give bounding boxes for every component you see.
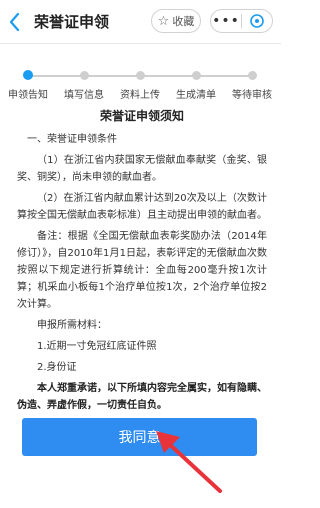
close-circle-icon: [250, 14, 264, 28]
step-await-review: 等待审核: [224, 52, 280, 101]
step-notice: 申领告知: [0, 52, 56, 101]
step-upload: 资料上传: [112, 52, 168, 101]
page-title: 荣誉证申领: [34, 13, 110, 31]
favorite-label: 收藏: [172, 15, 195, 28]
material-photo: 1.近期一寸免冠红底证件照: [37, 341, 157, 352]
back-arrow-icon[interactable]: [6, 10, 24, 34]
section-title: 一、荣誉证申领条件: [27, 134, 117, 145]
step-label: 填写信息: [64, 90, 104, 101]
notice-heading: 荣誉证申领须知: [99, 109, 184, 123]
top-bar: 荣誉证申领 ☆ 收藏 •••: [0, 0, 281, 44]
step-label: 等待审核: [232, 90, 272, 101]
mini-program-capsule: •••: [210, 9, 273, 33]
step-label: 资料上传: [120, 90, 160, 101]
step-fill-info: 填写信息: [56, 52, 112, 101]
note-text: 备注：根据《全国无偿献血表彰奖励办法（2014年修订）》，自2010年1月1日起…: [17, 231, 267, 310]
notice-content: 荣誉证申领须知 一、荣誉证申领条件 （1）在浙江省内获国家无偿献血奉献奖（金奖、…: [17, 108, 267, 418]
materials-title: 申报所需材料：: [37, 320, 107, 331]
favorite-button[interactable]: ☆ 收藏: [151, 9, 201, 33]
step-generate-list: 生成清单: [168, 52, 224, 101]
close-button[interactable]: [242, 13, 272, 29]
progress-steps: 申领告知 填写信息 资料上传 生成清单 等待审核: [0, 52, 281, 102]
step-label: 生成清单: [176, 90, 216, 101]
step-dot: [247, 71, 257, 80]
material-id-card: 2.身份证: [37, 362, 77, 373]
step-dot: [191, 71, 201, 80]
condition-1: （1）在浙江省内获国家无偿献血奉献奖（金奖、银奖、铜奖），尚未申领的献血者。: [17, 155, 267, 183]
step-label: 申领告知: [8, 90, 48, 101]
more-button[interactable]: •••: [211, 11, 241, 31]
step-dot: [23, 70, 33, 80]
condition-2: （2）在浙江省内献血累计达到20次及以上（次数计算按全国无偿献血表彰标准）且主动…: [17, 193, 267, 221]
step-dot: [135, 71, 145, 80]
star-icon: ☆: [157, 13, 170, 29]
step-dot: [79, 71, 89, 80]
promise-text: 本人郑重承诺，以下所填内容完全属实，如有隐瞒、伪造、弄虚作假，一切责任自负。: [17, 383, 267, 411]
annotation-arrow-icon: [156, 431, 222, 493]
